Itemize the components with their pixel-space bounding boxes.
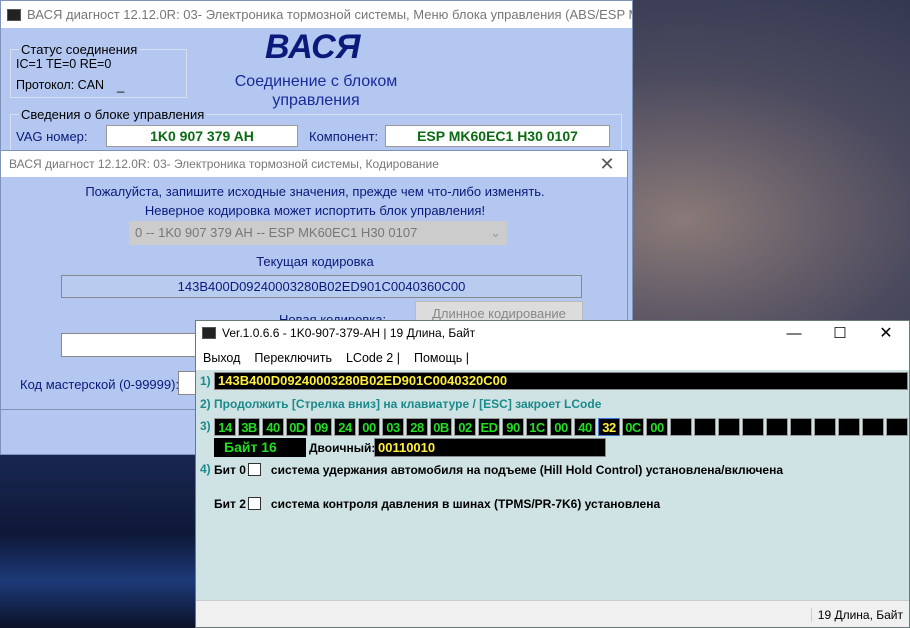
binary-label: Двоичный: bbox=[309, 441, 376, 455]
menu-switch[interactable]: Переключить bbox=[254, 351, 332, 365]
info-group-label: Сведения о блоке управления bbox=[21, 107, 205, 122]
byte-cell[interactable]: 90 bbox=[502, 418, 524, 436]
byte-label: Байт 16 bbox=[214, 438, 306, 457]
status-line: IC=1 TE=0 RE=0 bbox=[16, 57, 112, 71]
close-icon[interactable]: ✕ bbox=[863, 323, 909, 343]
step-4-label: 4) bbox=[200, 462, 211, 476]
binary-value[interactable]: 00110010 bbox=[374, 438, 606, 457]
byte-cell[interactable] bbox=[742, 418, 764, 436]
chevron-down-icon: ⌄ bbox=[490, 225, 501, 240]
byte-cell[interactable] bbox=[862, 418, 884, 436]
bit-label: Бит 0 bbox=[214, 463, 246, 477]
byte-cell[interactable]: 1C bbox=[526, 418, 548, 436]
byte-cell[interactable]: ED bbox=[478, 418, 500, 436]
select-value: 0 -- 1K0 907 379 AH -- ESP MK60EC1 H30 0… bbox=[135, 225, 418, 240]
component-label: Компонент: bbox=[309, 129, 379, 144]
step-2-hint: 2) Продолжить [Стрелка вниз] на клавиату… bbox=[200, 397, 602, 411]
byte-cell[interactable] bbox=[790, 418, 812, 436]
protocol: Протокол: CAN bbox=[16, 78, 105, 92]
byte-cell[interactable]: 28 bbox=[406, 418, 428, 436]
bit-row: Бит 2 система контроля давления в шинах (… bbox=[214, 497, 660, 511]
bit-row: Бит 0 система удержания автомобиля на под… bbox=[214, 463, 783, 477]
warning-line-2: Неверное кодировка может испортить блок … bbox=[144, 203, 486, 218]
control-unit-select[interactable]: 0 -- 1K0 907 379 AH -- ESP MK60EC1 H30 0… bbox=[129, 221, 507, 245]
menu-exit[interactable]: Выход bbox=[203, 351, 240, 365]
protocol-indicator: _ bbox=[117, 78, 125, 93]
bit-description: система контроля давления в шинах (TPMS/… bbox=[270, 497, 661, 511]
byte-cell[interactable]: 24 bbox=[334, 418, 356, 436]
byte-cell[interactable] bbox=[718, 418, 740, 436]
status-text: 19 Длина, Байт bbox=[810, 608, 903, 622]
maximize-icon[interactable]: ☐ bbox=[817, 324, 863, 342]
step-1-label: 1) bbox=[200, 374, 211, 388]
current-coding-label: Текущая кодировка bbox=[256, 254, 374, 269]
minimize-icon[interactable]: — bbox=[771, 325, 817, 342]
bit-label: Бит 2 bbox=[214, 497, 246, 511]
lcode-title-bar: Ver.1.0.6.6 - 1K0-907-379-AH | 19 Длина,… bbox=[196, 321, 909, 345]
warning-line-1: Пожалуйста, запишите исходные значения, … bbox=[85, 184, 545, 199]
byte-cell[interactable] bbox=[670, 418, 692, 436]
vag-label: VAG номер: bbox=[16, 129, 88, 144]
step-3-label: 3) bbox=[200, 419, 211, 433]
app-icon bbox=[202, 327, 216, 339]
connection-status: Соединение с блоком управления bbox=[234, 73, 398, 109]
component-value: ESP MK60EC1 H30 0107 bbox=[385, 125, 610, 147]
desktop-background bbox=[0, 440, 200, 628]
lcode-window: Ver.1.0.6.6 - 1K0-907-379-AH | 19 Длина,… bbox=[195, 320, 910, 628]
main-title: ВАСЯ диагност 12.12.0R: 03- Электроника … bbox=[27, 7, 632, 22]
new-coding-input[interactable] bbox=[61, 333, 201, 357]
status-bar: 19 Длина, Байт bbox=[196, 600, 909, 627]
main-title-bar: ВАСЯ диагност 12.12.0R: 03- Электроника … bbox=[1, 1, 632, 28]
logo: ВАСЯ bbox=[265, 28, 361, 66]
byte-cell[interactable]: 40 bbox=[574, 418, 596, 436]
byte-cell[interactable]: 09 bbox=[310, 418, 332, 436]
lcode-title: Ver.1.0.6.6 - 1K0-907-379-AH | 19 Длина,… bbox=[222, 326, 476, 340]
byte-cell[interactable]: 0D bbox=[286, 418, 308, 436]
coding-title-bar: ВАСЯ диагност 12.12.0R: 03- Электроника … bbox=[1, 151, 627, 177]
byte-cell[interactable] bbox=[838, 418, 860, 436]
byte-cell[interactable]: 14 bbox=[214, 418, 236, 436]
workshop-label: Код мастерской (0-99999): bbox=[20, 377, 180, 392]
vag-value: 1K0 907 379 AH bbox=[106, 125, 298, 147]
byte-cell[interactable]: 00 bbox=[550, 418, 572, 436]
byte-cell[interactable]: 0C bbox=[622, 418, 644, 436]
bit-description: система удержания автомобиля на подъеме … bbox=[270, 463, 783, 477]
coding-input[interactable]: 143B400D09240003280B02ED901C0040320C00 bbox=[214, 372, 908, 390]
byte-cell[interactable]: 3B bbox=[238, 418, 260, 436]
byte-cell[interactable] bbox=[694, 418, 716, 436]
byte-cell[interactable]: 40 bbox=[262, 418, 284, 436]
current-coding-value: 143B400D09240003280B02ED901C0040360C00 bbox=[61, 275, 582, 298]
bit-0-checkbox[interactable] bbox=[247, 463, 261, 476]
menu-help[interactable]: Помощь | bbox=[414, 351, 469, 365]
byte-cell[interactable] bbox=[886, 418, 908, 436]
byte-cell[interactable]: 32 bbox=[598, 418, 620, 436]
close-icon[interactable]: ✕ bbox=[587, 154, 627, 175]
byte-cell[interactable]: 00 bbox=[646, 418, 668, 436]
status-group-label: Статус соединения bbox=[21, 42, 138, 57]
byte-cell[interactable]: 00 bbox=[358, 418, 380, 436]
coding-title: ВАСЯ диагност 12.12.0R: 03- Электроника … bbox=[9, 157, 439, 171]
byte-cell[interactable]: 0B bbox=[430, 418, 452, 436]
menu-lcode2[interactable]: LCode 2 | bbox=[346, 351, 400, 365]
byte-cell[interactable] bbox=[766, 418, 788, 436]
byte-cell[interactable]: 03 bbox=[382, 418, 404, 436]
byte-cell[interactable]: 02 bbox=[454, 418, 476, 436]
app-icon bbox=[7, 8, 21, 21]
byte-cell[interactable] bbox=[814, 418, 836, 436]
bit-2-checkbox[interactable] bbox=[247, 497, 261, 510]
menu-bar: Выход Переключить LCode 2 | Помощь | bbox=[196, 345, 909, 370]
byte-cells: 14 3B 40 0D 09 24 00 03 28 0B 02 ED 90 1C 00 40 32 0C 00 bbox=[214, 418, 908, 436]
